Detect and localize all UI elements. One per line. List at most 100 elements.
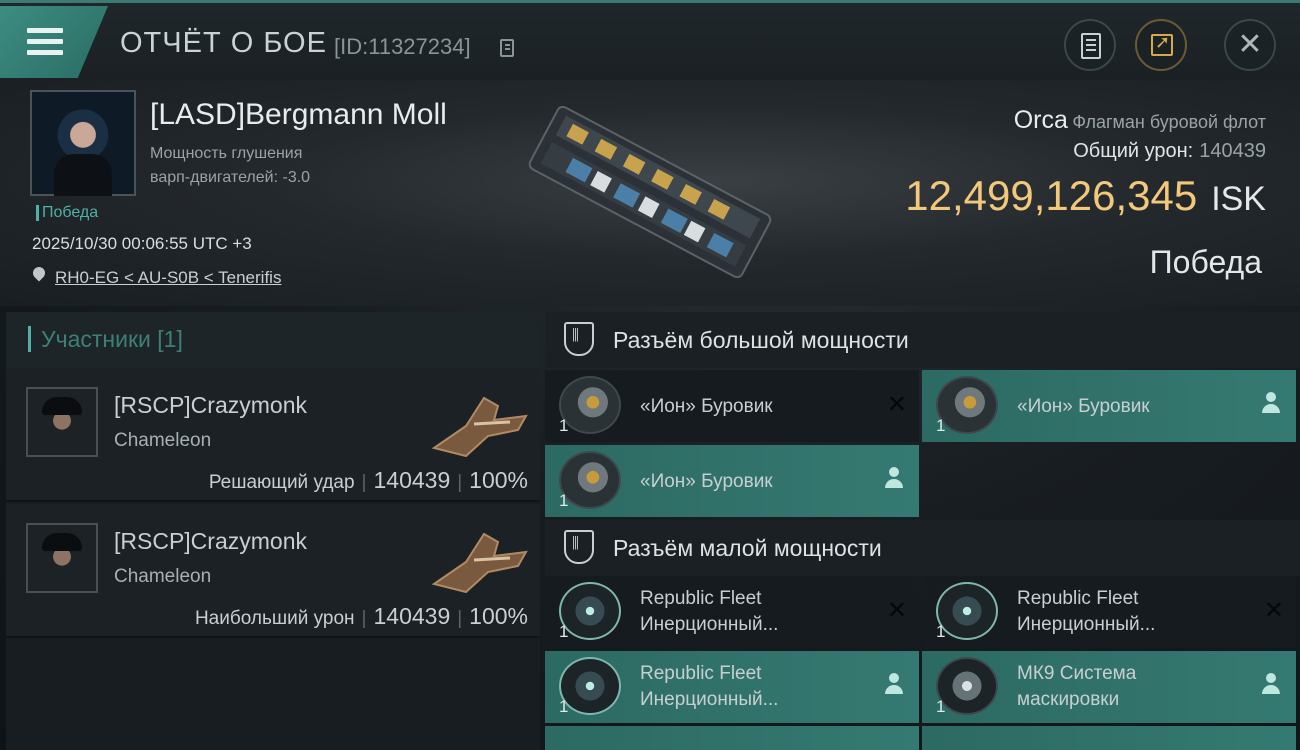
module-name-line1: Republic Fleet [640,663,762,684]
module-slot[interactable]: 1 Republic Fleet Инерционный... ✕ [545,576,919,648]
module-slot[interactable]: 1 Republic Fleet Инерционный... [545,651,919,723]
attacker-ship: Chameleon [114,430,212,451]
module-name: Republic Fleet Инерционный... [640,586,880,638]
victim-stat: Мощность глушения варп-двигателей: -3.0 [150,142,310,190]
shield-icon [564,530,594,564]
module-name: Republic Fleet Инерционный... [1017,586,1257,638]
attacker-damage: 140439 [373,603,451,629]
victim-name[interactable]: [LASD]Bergmann Moll [150,98,447,132]
attacker-ship-image[interactable] [426,522,536,596]
low-slots-header: Разъём малой мощности [545,520,1300,576]
victim-header: [LASD]Bergmann Moll Мощность глушения ва… [0,80,1300,306]
victim-portrait[interactable] [30,90,136,196]
module-name-line2: Инерционный... [640,689,779,710]
person-icon [1262,673,1280,695]
victim-stat-line1: Мощность глушения [150,145,303,162]
victim-stat-line2: варп-двигателей: -3.0 [150,169,311,186]
module-slot-partial[interactable] [545,726,919,750]
attacker-stats: Наибольший урон | 140439 | 100% [194,603,528,629]
module-quantity: 1 [936,622,946,641]
module-quantity: 1 [936,416,946,435]
person-icon [1262,392,1280,414]
total-damage-value: 140439 [1199,140,1266,162]
module-quantity: 1 [559,622,569,641]
module-quantity: 1 [559,697,569,716]
module-slot[interactable]: 1 «Ион» Буровик [545,445,919,517]
attacker-role: Решающий удар [208,472,355,493]
module-slot[interactable]: 1 Republic Fleet Инерционный... ✕ [922,576,1296,648]
module-name-line1: Republic Fleet [640,588,762,609]
attacker-ship: Chameleon [114,566,212,587]
status-badge: Победа [36,205,98,221]
total-damage-label: Общий урон: [1073,140,1194,162]
ship-type: Orca Флагман буровой флот [1014,106,1266,135]
person-icon [885,467,903,489]
close-icon: ✕ [1237,27,1263,62]
ship-name: Orca [1013,106,1068,134]
module-name: «Ион» Буровик [640,396,773,417]
battle-report-window: ОТЧЁТ О БОЕ [ID:11327234] ✕ [LASD]Bergma… [0,0,1300,750]
fitting-panel: Разъём большой мощности 1 «Ион» Буровик … [545,312,1300,750]
share-icon [1151,32,1173,56]
location-pin-icon [30,264,48,282]
isk-unit: ISK [1211,180,1266,218]
ship-class: Флагман буровой флот [1072,112,1266,132]
share-button[interactable] [1135,19,1187,71]
timestamp: 2025/10/30 00:06:55 UTC +3 [32,234,252,253]
module-slot[interactable]: 1 «Ион» Буровик ✕ [545,370,919,442]
high-slots-label: Разъём большой мощности [613,327,909,353]
attacker-portrait[interactable] [26,523,98,593]
x-icon: ✕ [886,596,907,624]
module-name-line1: Republic Fleet [1017,588,1139,609]
ship-image[interactable] [510,102,790,282]
attacker-damage: 140439 [373,467,451,493]
module-slot-partial[interactable] [922,726,1296,750]
module-name: Republic Fleet Инерционный... [640,661,880,713]
attacker-role: Наибольший урон [194,608,355,629]
copy-icon[interactable] [500,39,514,57]
module-name-line2: Инерционный... [640,614,779,635]
participants-title: Участники [1] [28,326,183,352]
shield-icon [564,322,594,356]
person-icon [885,673,903,695]
menu-button[interactable] [0,6,108,78]
module-name: МК9 Система маскировки [1017,661,1257,713]
x-icon: ✕ [1263,596,1284,624]
attacker-name[interactable]: [RSCP]Crazymonk [114,392,307,419]
module-slot[interactable]: 1 МК9 Система маскировки [922,651,1296,723]
module-name-line2: Инерционный... [1017,614,1156,635]
close-button[interactable]: ✕ [1224,19,1276,71]
module-quantity: 1 [559,416,569,435]
attacker-portrait[interactable] [26,387,98,457]
module-name-line1: МК9 Система [1017,663,1137,684]
module-quantity: 1 [936,697,946,716]
module-name: «Ион» Буровик [640,471,773,492]
low-slots-label: Разъём малой мощности [613,535,882,561]
total-damage: Общий урон: 140439 [1073,140,1266,163]
outcome-label: Победа [1149,244,1262,280]
attacker-name[interactable]: [RSCP]Crazymonk [114,528,307,555]
high-slots-header: Разъём большой мощности [545,312,1300,368]
report-button[interactable] [1064,19,1116,71]
title-bar: ОТЧЁТ О БОЕ [ID:11327234] ✕ [0,0,1300,80]
page-title: ОТЧЁТ О БОЕ [120,27,327,59]
attacker-percent: 100% [469,467,528,493]
attacker-ship-image[interactable] [426,386,536,460]
isk-amount: 12,499,126,345 [905,172,1198,219]
module-name-line2: маскировки [1017,689,1120,710]
participants-panel: Участники [1] [RSCP]Crazymonk Chameleon … [6,312,540,750]
isk-value: 12,499,126,345 ISK [905,172,1266,220]
module-name: «Ион» Буровик [1017,396,1150,417]
module-slot[interactable]: 1 «Ион» Буровик [922,370,1296,442]
menu-icon [27,28,63,61]
report-icon [1081,33,1101,59]
attacker-stats: Решающий удар | 140439 | 100% [208,467,528,493]
participants-header: Участники [1] [6,312,540,368]
report-id: [ID:11327234] [334,34,471,59]
attacker-percent: 100% [469,603,528,629]
attacker-row[interactable]: [RSCP]Crazymonk Chameleon Решающий удар |… [6,368,540,502]
location-link[interactable]: RH0-EG < AU-S0B < Tenerifis [55,268,281,288]
attacker-row[interactable]: [RSCP]Crazymonk Chameleon Наибольший уро… [6,504,540,638]
x-icon: ✕ [886,390,907,418]
module-quantity: 1 [559,491,569,510]
